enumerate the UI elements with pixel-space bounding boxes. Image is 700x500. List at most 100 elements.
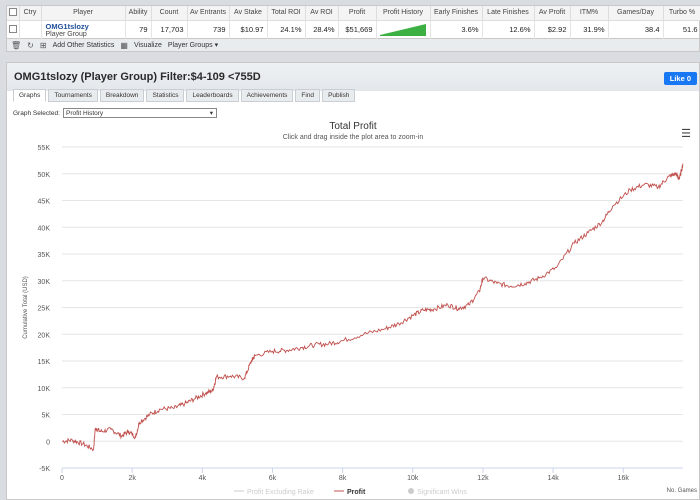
total-roi-value: 24.1%	[267, 20, 306, 39]
col-turbo[interactable]: Turbo %	[663, 6, 700, 21]
y-tick-label: 5K	[41, 413, 50, 420]
games-day-value: 38.4	[608, 20, 664, 39]
x-tick-label: 6k	[269, 475, 277, 482]
chart-subtitle: Click and drag inside the plot area to z…	[282, 134, 424, 141]
ability-value: 79	[125, 20, 152, 39]
stats-toolbar: 🗑 ↻ ⊞ Add Other Statistics ▦ Visualize P…	[6, 39, 700, 52]
legend-swatch	[408, 488, 414, 494]
chart-title: Total Profit	[329, 121, 377, 132]
y-tick-label: 40K	[38, 225, 51, 232]
profit-chart[interactable]: Total Profit Click and drag inside the p…	[7, 121, 699, 499]
col-total-roi[interactable]: Total ROI	[267, 6, 306, 21]
x-tick-label: 12k	[477, 475, 489, 482]
col-ability[interactable]: Ability	[125, 6, 152, 21]
facebook-like-button[interactable]: Like 0	[663, 72, 697, 85]
y-tick-label: 0	[46, 439, 50, 446]
profit-value: $51,669	[338, 20, 377, 39]
player-type: Player Group	[45, 30, 87, 38]
tab-leaderboards[interactable]: Leaderboards	[186, 89, 239, 102]
graph-select[interactable]: Profit History ▾	[62, 108, 217, 118]
col-av-stake[interactable]: Av Stake	[229, 6, 268, 21]
player-group-panel: OMG1tslozy (Player Group) Filter:$4-109 …	[6, 62, 700, 500]
x-axis-title: No. Games	[667, 488, 697, 494]
delete-icon[interactable]: 🗑	[11, 41, 21, 50]
y-tick-label: 45K	[38, 199, 51, 206]
tab-tournaments[interactable]: Tournaments	[48, 89, 98, 102]
y-tick-label: 20K	[38, 332, 51, 339]
player-groups-dropdown[interactable]: Player Groups ▾	[168, 41, 218, 49]
x-tick-label: 14k	[547, 475, 559, 482]
y-tick-label: 50K	[38, 172, 51, 179]
col-profit[interactable]: Profit	[338, 6, 377, 21]
tab-publish[interactable]: Publish	[322, 89, 356, 102]
col-late-finishes[interactable]: Late Finishes	[482, 6, 535, 21]
col-profit-history[interactable]: Profit History	[376, 6, 431, 21]
col-av-roi[interactable]: Av ROI	[305, 6, 339, 21]
av-profit-value: $2.92	[534, 20, 571, 39]
graph-selected-label: Graph Selected:	[13, 109, 60, 117]
y-tick-label: 25K	[38, 306, 51, 313]
col-games-day[interactable]: Games/Day	[608, 6, 664, 21]
itm-value: 31.9%	[570, 20, 609, 39]
late-finishes-value: 12.6%	[482, 20, 535, 39]
country-flag	[19, 20, 42, 39]
panel-tabs: Graphs Tournaments Breakdown Statistics …	[13, 89, 356, 102]
sparkline-chart	[380, 24, 426, 37]
row-checkbox[interactable]	[7, 20, 20, 39]
panel-header: OMG1tslozy (Player Group) Filter:$4-109 …	[7, 63, 699, 91]
x-tick-label: 2k	[128, 475, 136, 482]
tab-statistics[interactable]: Statistics	[146, 89, 185, 102]
sparkline-area	[380, 24, 426, 37]
profit-history-sparkline[interactable]	[376, 20, 431, 39]
y-tick-label: 15K	[38, 359, 51, 366]
tab-achievements[interactable]: Achievements	[240, 89, 294, 102]
graph-selector: Graph Selected: Profit History ▾	[13, 108, 217, 118]
col-early-finishes[interactable]: Early Finishes	[430, 6, 483, 21]
av-entrants-value: 739	[187, 20, 230, 39]
legend-item: Profit Excluding Rake	[247, 489, 314, 496]
y-tick-label: 35K	[38, 252, 51, 259]
early-finishes-value: 3.6%	[430, 20, 483, 39]
player-stats-table: Ctry Player Ability Count Av Entrants Av…	[6, 5, 700, 39]
av-stake-value: $10.97	[229, 20, 268, 39]
av-roi-value: 28.4%	[305, 20, 339, 39]
y-tick-label: 30K	[38, 279, 51, 286]
player-name-link[interactable]: OMG1tslozy	[46, 22, 122, 31]
y-axis-title: Cumulative Total (USD)	[23, 276, 29, 339]
table-header-row: Ctry Player Ability Count Av Entrants Av…	[7, 6, 700, 21]
tab-find[interactable]: Find	[295, 89, 321, 102]
select-all-checkbox[interactable]	[7, 6, 20, 21]
table-row: OMG1tslozy Player Group 79 17,703 739 $1…	[7, 20, 700, 39]
x-tick-label: 16k	[618, 475, 630, 482]
x-tick-label: 4k	[199, 475, 207, 482]
chart-menu-icon[interactable]: ☰	[681, 127, 691, 140]
col-count[interactable]: Count	[151, 6, 188, 21]
col-av-entrants[interactable]: Av Entrants	[187, 6, 230, 21]
y-tick-label: 10K	[38, 386, 51, 393]
tab-breakdown[interactable]: Breakdown	[99, 89, 145, 102]
chart-icon: ▦	[120, 40, 128, 50]
player-groups-label: Player Groups	[167, 42, 213, 49]
legend-item: Profit	[347, 489, 366, 496]
x-tick-label: 10k	[407, 475, 419, 482]
graph-select-value: Profit History	[65, 109, 104, 117]
col-ctry[interactable]: Ctry	[19, 6, 42, 21]
chevron-down-icon: ▾	[209, 110, 213, 117]
legend-item: Significant Wins	[417, 489, 467, 496]
col-av-profit[interactable]: Av Profit	[534, 6, 571, 21]
refresh-icon[interactable]: ↻	[27, 41, 34, 50]
add-other-statistics-button[interactable]: Add Other Statistics	[53, 42, 115, 49]
chart-svg: -5K 0 5K 10K 15K 20K 25K 30K 35K 40K 45K 50K 55K 0 2k 4…	[23, 145, 697, 496]
visualize-button[interactable]: Visualize	[134, 42, 162, 49]
add-icon: ⊞	[39, 40, 47, 50]
col-player[interactable]: Player	[41, 6, 126, 21]
turbo-value: 51.6	[663, 20, 700, 39]
player-cell[interactable]: OMG1tslozy Player Group	[41, 20, 126, 39]
tab-graphs[interactable]: Graphs	[13, 89, 47, 102]
col-itm[interactable]: ITM%	[570, 6, 609, 21]
panel-title: OMG1tslozy (Player Group) Filter:$4-109 …	[14, 71, 261, 83]
y-tick-label: 55K	[38, 145, 51, 152]
y-tick-label: -5K	[39, 466, 50, 473]
x-tick-label: 8k	[339, 475, 347, 482]
count-value: 17,703	[151, 20, 188, 39]
